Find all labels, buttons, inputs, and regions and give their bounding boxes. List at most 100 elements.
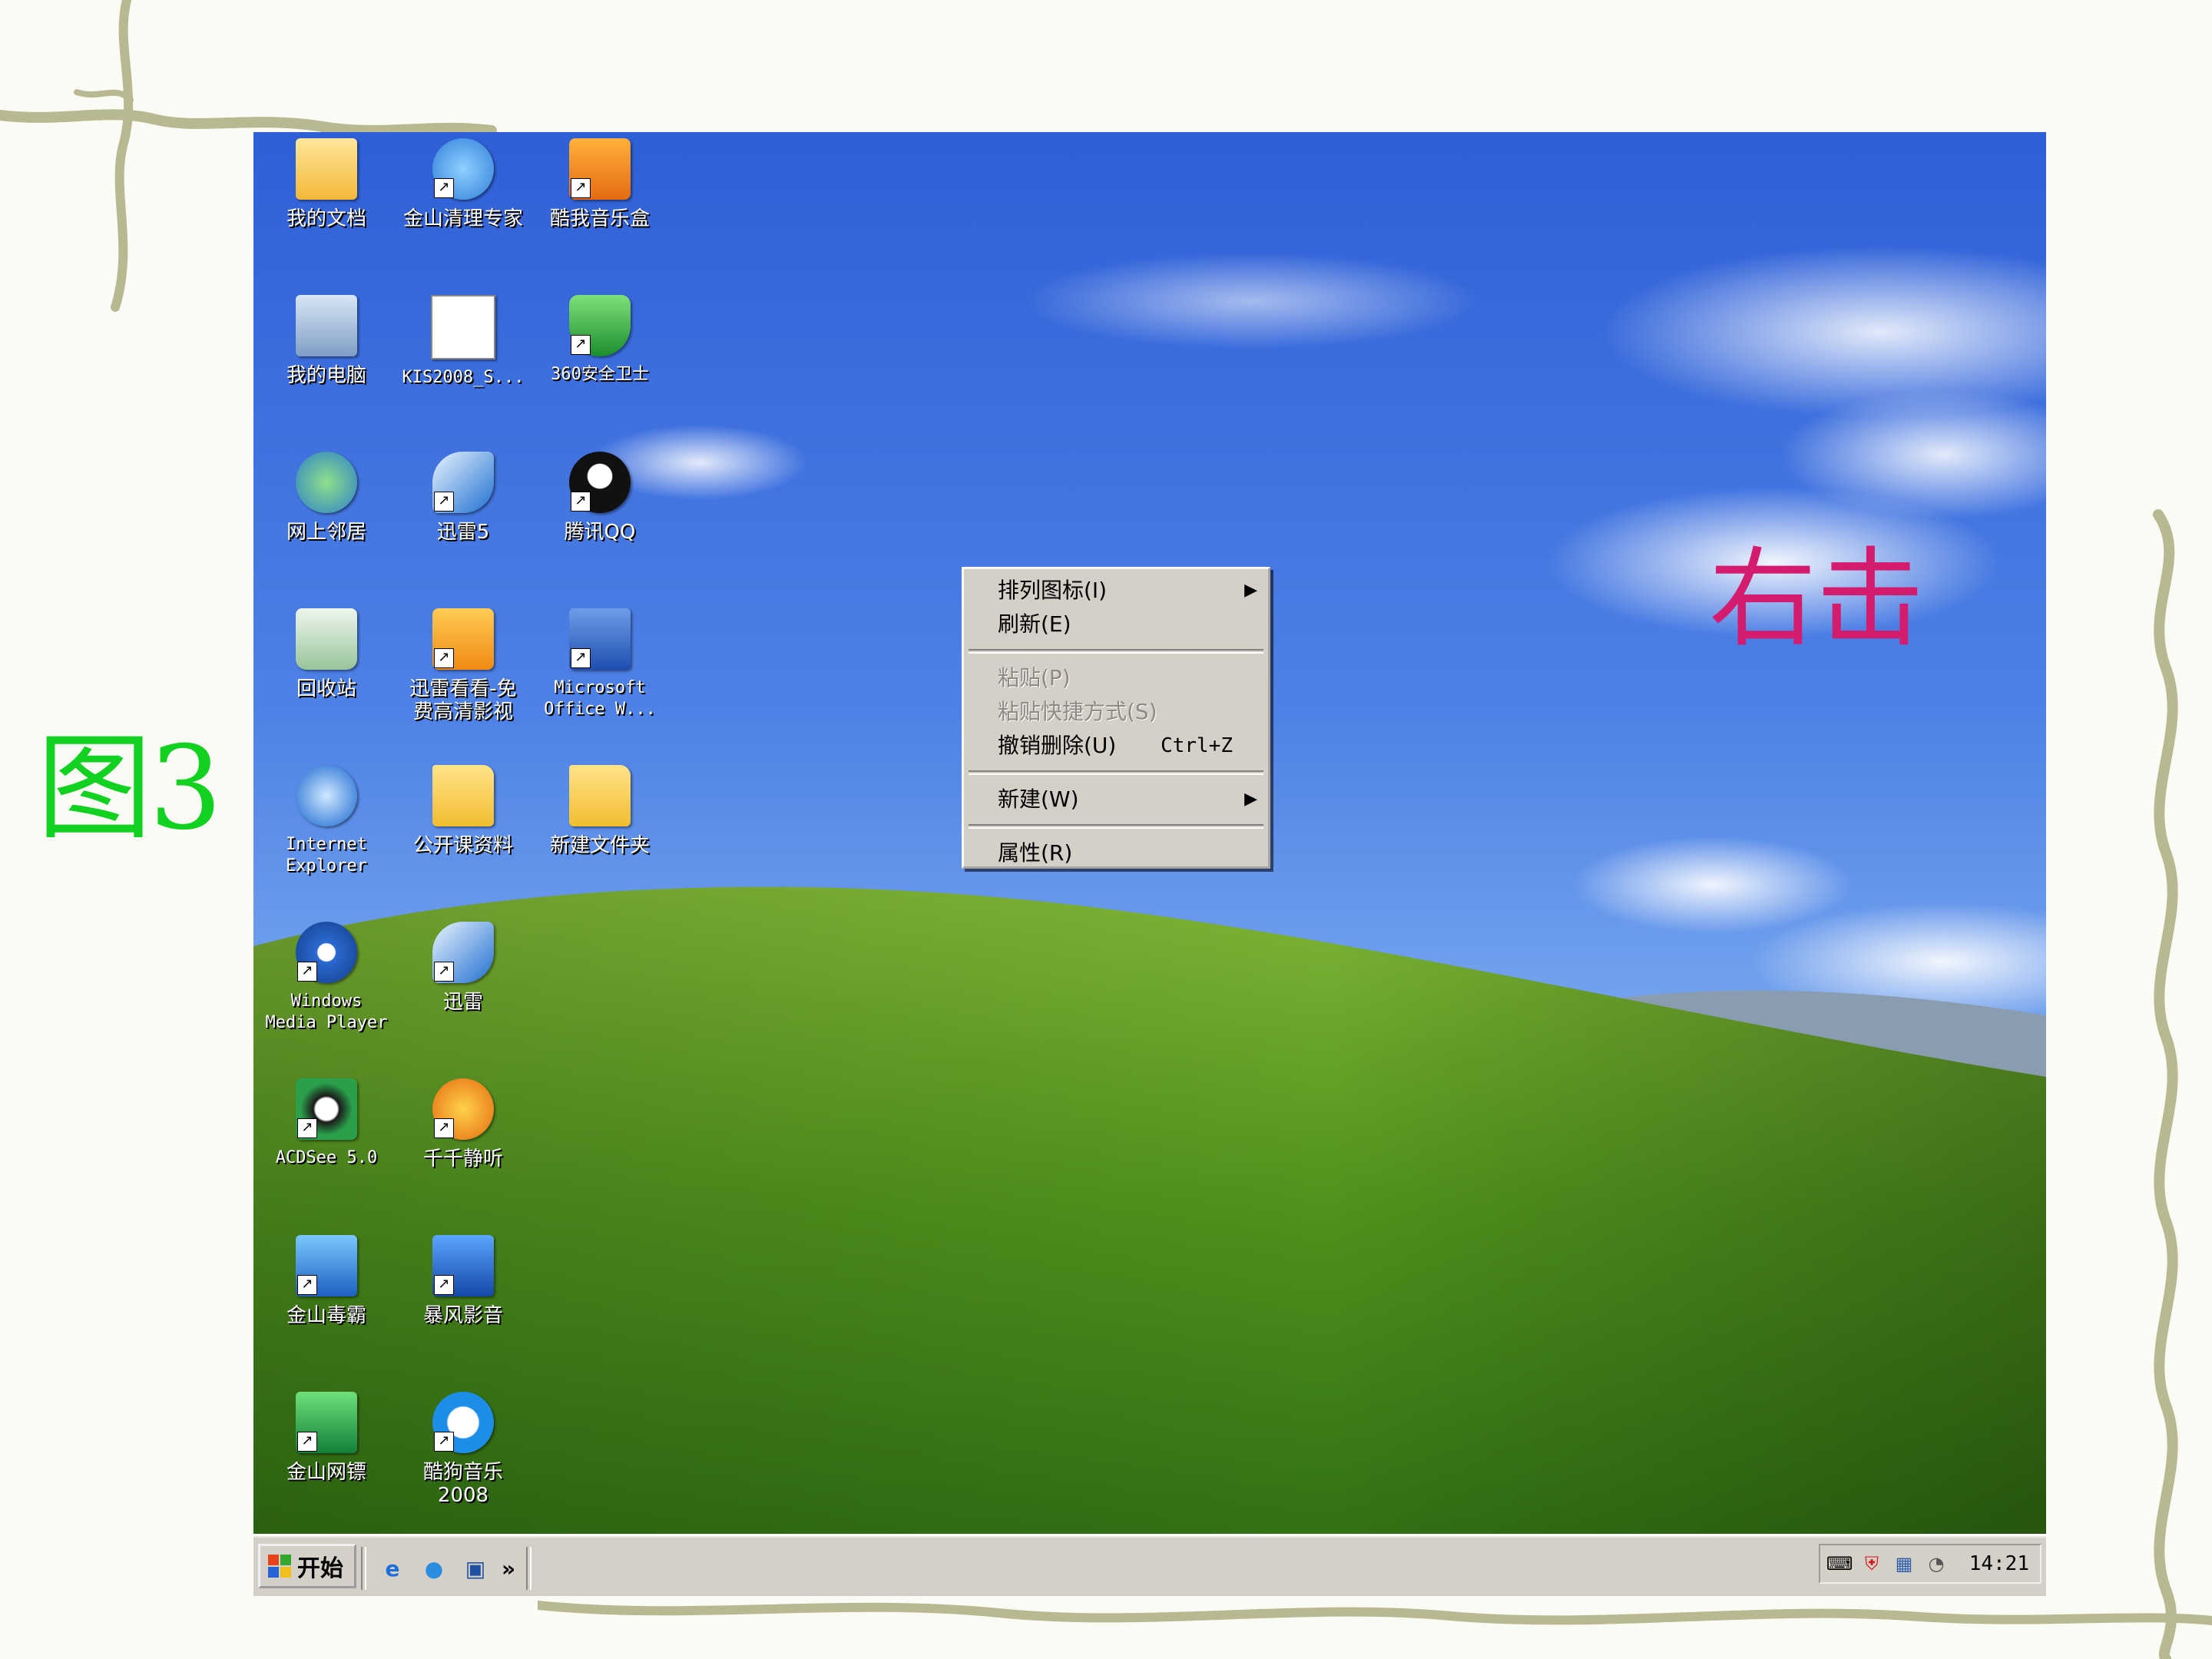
desktop-icon-item[interactable]: KIS2008_S... bbox=[398, 295, 528, 389]
start-button[interactable]: 开始 bbox=[258, 1544, 356, 1588]
menu-item-undo-delete[interactable]: 撤销删除(U) Ctrl+Z bbox=[964, 729, 1268, 763]
desktop-icon-label: 酷我音乐盒 bbox=[549, 207, 650, 230]
thunder-icon: ↗ bbox=[432, 922, 494, 983]
thunder-icon: ↗ bbox=[432, 452, 494, 513]
desktop-icon-item[interactable]: ↗ 暴风影音 bbox=[398, 1235, 528, 1327]
clock[interactable]: 14:21 bbox=[1969, 1552, 2029, 1575]
network-icon[interactable]: ▦ bbox=[1891, 1551, 1917, 1577]
menu-item-shortcut: Ctrl+Z bbox=[1161, 734, 1233, 757]
desktop-icon-label: 我的文档 bbox=[286, 207, 366, 230]
desktop-icon-label: 酷狗音乐2008 bbox=[422, 1461, 503, 1507]
desktop-icon-item[interactable]: ↗ Windows Media Player bbox=[261, 922, 392, 1034]
desktop-icon-item[interactable]: ↗ 迅雷 bbox=[398, 922, 528, 1014]
desktop-icon-label: 公开课资料 bbox=[412, 834, 513, 857]
kugou-icon: ↗ bbox=[432, 1392, 494, 1453]
desktop-icon-label: 千千静听 bbox=[422, 1147, 503, 1171]
firewall-icon: ↗ bbox=[296, 1392, 357, 1453]
desktop-icon-label: 我的电脑 bbox=[286, 364, 366, 387]
desktop-icon-label: 金山毒霸 bbox=[286, 1304, 366, 1327]
desktop-icon-label: 腾讯QQ bbox=[564, 521, 636, 544]
desktop-icon-item[interactable]: ↗ 迅雷5 bbox=[398, 452, 528, 544]
internet-explorer-icon bbox=[296, 765, 357, 826]
desktop-icon-label: ACDSee 5.0 bbox=[275, 1148, 378, 1167]
desktop-icon-item[interactable]: 我的文档 bbox=[261, 138, 392, 230]
desktop-icon-item[interactable]: ↗ 腾讯QQ bbox=[535, 452, 665, 544]
shield-icon: ↗ bbox=[569, 295, 631, 356]
menu-item-paste-shortcut: 粘贴快捷方式(S) bbox=[964, 695, 1268, 729]
cleaner-icon: ↗ bbox=[432, 138, 494, 200]
recycle-bin-icon bbox=[296, 608, 357, 670]
desktop-icon-label: Windows Media Player bbox=[265, 992, 388, 1032]
desktop-icon-item[interactable]: Internet Explorer bbox=[261, 765, 392, 877]
desktop-icon-item[interactable]: ↗ 迅雷看看-免 费高清影视 bbox=[398, 608, 528, 724]
shortcut-arrow-icon: ↗ bbox=[434, 178, 454, 198]
system-tray: ⌨ ⛨ ▦ ◔ 14:21 bbox=[1819, 1544, 2041, 1584]
shortcut-arrow-icon: ↗ bbox=[571, 178, 591, 198]
menu-item-arrange-icons[interactable]: 排列图标(I) ▶ bbox=[964, 574, 1268, 608]
shortcut-arrow-icon: ↗ bbox=[434, 648, 454, 668]
desktop-icon-item[interactable]: 我的电脑 bbox=[261, 295, 392, 387]
desktop-icon-item[interactable]: ↗ Microsoft Office W... bbox=[535, 608, 665, 720]
menu-item-label: 排列图标(I) bbox=[998, 578, 1108, 603]
menu-item-label: 刷新(E) bbox=[998, 611, 1071, 637]
desktop-icon-item[interactable]: 公开课资料 bbox=[398, 765, 528, 857]
desktop-icon-label: 金山清理专家 bbox=[402, 207, 523, 230]
keyboard-icon[interactable]: ⌨ bbox=[1826, 1551, 1853, 1577]
headphones-icon: ↗ bbox=[432, 1078, 494, 1140]
shortcut-arrow-icon: ↗ bbox=[434, 1275, 454, 1295]
messenger-icon[interactable]: ● bbox=[419, 1553, 449, 1584]
menu-separator bbox=[969, 824, 1263, 829]
desktop-icon-item[interactable]: ↗ 酷狗音乐2008 bbox=[398, 1392, 528, 1507]
decorative-vine-right bbox=[2153, 509, 2178, 1659]
menu-item-properties[interactable]: 属性(R) bbox=[964, 836, 1268, 870]
desktop-icon-item[interactable]: 回收站 bbox=[261, 608, 392, 700]
folder-icon bbox=[432, 765, 494, 826]
my-computer-icon bbox=[296, 295, 357, 356]
desktop[interactable]: 我的文档 ↗ 金山清理专家 ↗ 酷我音乐盒我的电脑 KIS2008_S... ↗ 360安全卫… bbox=[253, 132, 2046, 1596]
volume-icon[interactable]: ◔ bbox=[1923, 1551, 1949, 1577]
shortcut-arrow-icon: ↗ bbox=[297, 962, 317, 982]
shortcut-arrow-icon: ↗ bbox=[297, 1275, 317, 1295]
desktop-icon-item[interactable]: 网上邻居 bbox=[261, 452, 392, 544]
shield-tray-icon[interactable]: ⛨ bbox=[1859, 1551, 1885, 1577]
menu-separator bbox=[969, 770, 1263, 775]
shortcut-arrow-icon: ↗ bbox=[571, 648, 591, 668]
desktop-icon-label: 迅雷 bbox=[442, 991, 483, 1014]
ie-icon[interactable]: e bbox=[377, 1553, 408, 1584]
my-documents-icon bbox=[296, 138, 357, 200]
figure-label: 图3 bbox=[37, 722, 222, 856]
shortcut-arrow-icon: ↗ bbox=[297, 1432, 317, 1452]
menu-item-new[interactable]: 新建(W) ▶ bbox=[964, 783, 1268, 816]
menu-item-refresh[interactable]: 刷新(E) bbox=[964, 608, 1268, 641]
taskbar: 开始 e ● ▣ » ⌨ ⛨ ▦ ◔ 14:21 bbox=[253, 1534, 2046, 1596]
desktop-icon[interactable]: ▣ bbox=[460, 1553, 491, 1584]
video-player-icon: ↗ bbox=[432, 1235, 494, 1296]
menu-item-label: 新建(W) bbox=[998, 786, 1079, 812]
desktop-icon-item[interactable]: ↗ 酷我音乐盒 bbox=[535, 138, 665, 230]
shortcut-arrow-icon: ↗ bbox=[297, 1118, 317, 1138]
antivirus-icon: ↗ bbox=[296, 1235, 357, 1296]
music-box-icon: ↗ bbox=[569, 138, 631, 200]
shortcut-arrow-icon: ↗ bbox=[571, 492, 591, 512]
menu-item-label: 粘贴快捷方式(S) bbox=[998, 699, 1157, 724]
desktop-icon-item[interactable]: ↗ 金山清理专家 bbox=[398, 138, 528, 230]
toolbar-separator bbox=[526, 1547, 532, 1590]
desktop-icon-item[interactable]: 新建文件夹 bbox=[535, 765, 665, 857]
menu-item-paste: 粘贴(P) bbox=[964, 661, 1268, 695]
desktop-icon-item[interactable]: ↗ 360安全卫士 bbox=[535, 295, 665, 386]
text-file-icon bbox=[431, 295, 495, 359]
shortcut-arrow-icon: ↗ bbox=[434, 1432, 454, 1452]
desktop-icon-label: 新建文件夹 bbox=[549, 834, 650, 857]
desktop-icon-item[interactable]: ↗ 金山网镖 bbox=[261, 1392, 392, 1484]
windows-logo-icon bbox=[268, 1555, 291, 1578]
desktop-icon-item[interactable]: ↗ 千千静听 bbox=[398, 1078, 528, 1171]
more-chevron[interactable]: » bbox=[502, 1556, 515, 1581]
folder-icon bbox=[569, 765, 631, 826]
qq-penguin-icon: ↗ bbox=[569, 452, 631, 513]
acdsee-eye-icon: ↗ bbox=[296, 1078, 357, 1140]
desktop-context-menu: 排列图标(I) ▶ 刷新(E) 粘贴(P) 粘贴快捷方式(S) 撤销删除(U) … bbox=[962, 567, 1270, 869]
shortcut-arrow-icon: ↗ bbox=[434, 962, 454, 982]
desktop-icon-item[interactable]: ↗ 金山毒霸 bbox=[261, 1235, 392, 1327]
desktop-icon-item[interactable]: ↗ ACDSee 5.0 bbox=[261, 1078, 392, 1169]
menu-item-label: 撤销删除(U) bbox=[998, 733, 1117, 758]
